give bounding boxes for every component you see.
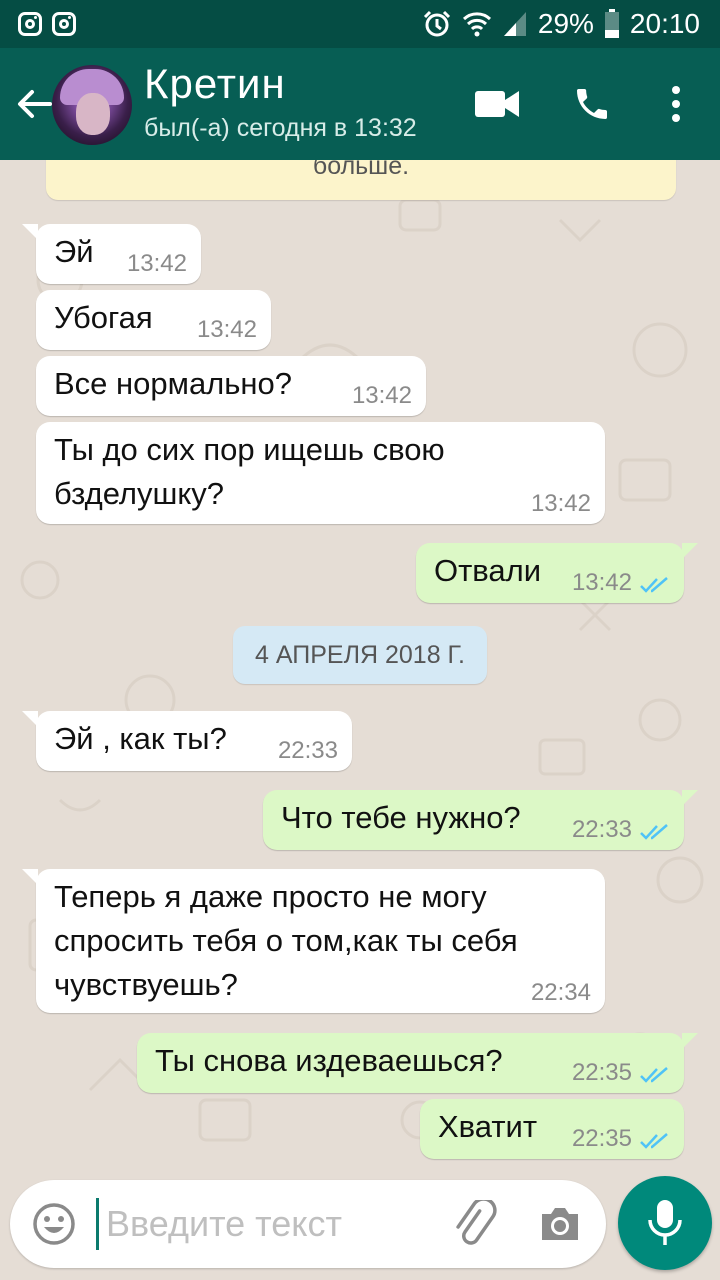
instagram-icon (18, 12, 42, 36)
message-text: Теперь я даже просто не могу спросить те… (54, 879, 518, 1002)
message-text: Эй (54, 234, 94, 269)
message-time: 22:35 (571, 1059, 632, 1086)
camera-icon[interactable] (538, 1204, 582, 1244)
message-text: Что тебе нужно? (281, 800, 521, 835)
message-outgoing[interactable]: Отвали 13:42 (416, 543, 698, 603)
signal-icon (503, 12, 526, 36)
message-text: Отвали (434, 553, 542, 588)
wifi-icon (462, 12, 491, 37)
message-incoming[interactable]: Ты до сих пор ищешь свою бзделушку? 13:4… (36, 422, 605, 524)
message-incoming[interactable]: Эй 13:42 (22, 224, 201, 284)
message-time: 13:42 (571, 569, 632, 596)
chat-header: Кретин был(-а) сегодня в 13:32 (0, 48, 720, 160)
read-ticks-icon (640, 577, 668, 593)
more-vert-icon[interactable] (668, 84, 684, 124)
message-text: Все нормально? (54, 366, 293, 401)
message-text: Хватит (438, 1109, 538, 1144)
message-time: 13:42 (126, 250, 187, 277)
message-time: 13:42 (196, 316, 257, 343)
avatar[interactable] (52, 65, 132, 145)
phone-icon[interactable] (572, 84, 612, 124)
message-time: 22:35 (571, 1125, 632, 1152)
message-incoming[interactable]: Все нормально? 13:42 (36, 356, 426, 416)
message-text: Ты снова издеваешься? (155, 1043, 503, 1078)
message-text: Убогая (54, 300, 153, 335)
battery-icon (604, 9, 619, 38)
message-input[interactable] (106, 1196, 426, 1252)
emoji-icon[interactable] (32, 1202, 76, 1246)
attach-icon[interactable] (450, 1200, 500, 1250)
last-seen: был(-а) сегодня в 13:32 (144, 114, 417, 142)
instagram-icon (52, 12, 76, 36)
message-time: 13:42 (351, 382, 412, 409)
message-incoming[interactable]: Эй , как ты? 22:33 (22, 711, 352, 771)
message-text: Ты до сих пор ищешь свою бзделушку? (54, 432, 445, 511)
message-composer (10, 1180, 606, 1268)
message-time: 22:33 (277, 737, 338, 764)
mic-icon (648, 1200, 682, 1245)
battery-percent: 29% (537, 8, 594, 39)
message-outgoing[interactable]: Что тебе нужно? 22:33 (263, 790, 698, 850)
message-incoming[interactable]: Убогая 13:42 (36, 290, 271, 350)
banner-text: больше. (312, 160, 410, 180)
clock: 20:10 (629, 8, 700, 39)
read-ticks-icon (640, 1067, 668, 1083)
read-ticks-icon (640, 824, 668, 840)
message-incoming[interactable]: Теперь я даже просто не могу спросить те… (22, 869, 605, 1013)
back-arrow-icon[interactable] (14, 84, 54, 124)
message-time: 13:42 (530, 490, 591, 517)
contact-name[interactable]: Кретин (144, 60, 286, 108)
message-outgoing[interactable]: Хватит 22:35 (420, 1099, 684, 1159)
alarm-icon (423, 10, 450, 37)
message-text: Эй , как ты? (54, 721, 227, 756)
message-time: 22:33 (571, 816, 632, 843)
status-bar: 29% 20:10 (0, 0, 720, 48)
message-time: 22:34 (530, 979, 591, 1006)
read-ticks-icon (640, 1133, 668, 1149)
video-call-icon[interactable] (474, 88, 520, 120)
mic-button[interactable] (618, 1176, 712, 1270)
text-caret (96, 1198, 99, 1250)
date-separator: 4 АПРЕЛЯ 2018 Г. (233, 626, 487, 684)
encryption-banner[interactable]: больше. (46, 160, 676, 200)
chat-area[interactable]: больше. Эй 13:42 Убогая 13:42 Все нормал… (0, 160, 720, 1176)
message-outgoing[interactable]: Ты снова издеваешься? 22:35 (137, 1033, 698, 1093)
